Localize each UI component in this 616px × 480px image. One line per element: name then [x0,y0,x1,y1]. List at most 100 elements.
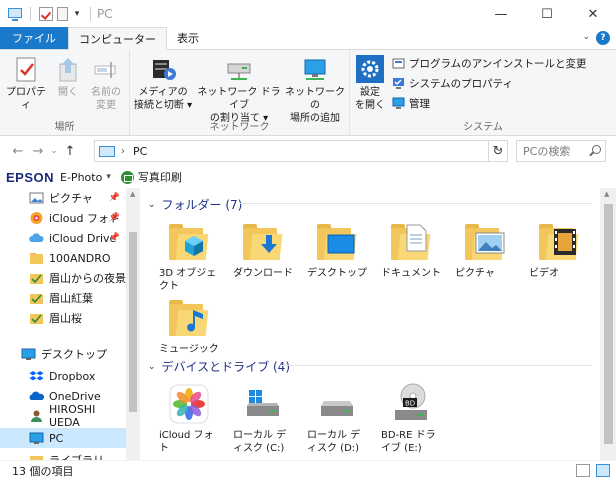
drive-tile-icloud-photos[interactable]: iCloud フォト [154,380,224,455]
large-icons-view-icon[interactable] [596,464,610,477]
sidebar-item-label: OneDrive [49,389,101,403]
sidebar-item-label: Dropbox [49,369,96,383]
rename-icon [91,54,121,84]
media-connect-button[interactable]: メディアの 接続と切断 ▾ [132,54,194,112]
address-bar[interactable]: › PC ⌄ [94,140,508,162]
desktop-icon [21,347,36,361]
back-arrow-icon[interactable]: ← [8,144,28,159]
properties-button[interactable]: プロパティ [6,54,46,112]
sidebar-item-desktop[interactable]: デスクトップ [0,344,126,364]
system-properties-button[interactable]: システムのプロパティ [392,76,513,91]
rename-button[interactable]: 名前の 変更 [88,54,124,112]
settings-label-1: 設定 [360,87,380,98]
folder-icon [29,251,44,265]
up-arrow-icon[interactable]: ↑ [60,144,80,159]
sidebar-item-icloud-photos[interactable]: iCloud フォト 📌 [0,208,126,228]
sidebar-item-icloud-drive[interactable]: iCloud Drive 📌 [0,228,126,248]
epson-app-button[interactable]: E-Photo [60,171,102,184]
pin-icon[interactable]: 📌 [109,193,120,203]
collapse-chevron-icon[interactable]: ⌄ [148,362,156,372]
sidebar-item-label: 眉山からの夜景 [49,272,126,285]
sidebar-item-bizan-autumn[interactable]: 眉山紅葉 [0,288,126,308]
sidebar-item-label: デスクトップ [41,348,107,361]
tab-file[interactable]: ファイル [0,27,68,49]
folder-check-icon [29,291,44,305]
sidebar-item-pictures[interactable]: ピクチャ 📌 [0,188,126,208]
recent-locations-chevron-icon[interactable]: ⌄ [48,146,60,156]
open-settings-button[interactable]: 設定 を開く [352,54,388,112]
open-button[interactable]: 開く [52,54,84,99]
sidebar-item-100andro[interactable]: 100ANDRO [0,248,126,268]
forward-arrow-icon[interactable]: → [28,144,48,159]
sidebar-item-pc[interactable]: PC [0,428,126,448]
section-header-folders[interactable]: ⌄ フォルダー (7) [148,196,242,213]
divider [30,7,31,21]
collapse-chevron-icon[interactable]: ⌄ [148,200,156,210]
rename-label-2: 変更 [96,100,116,111]
tile-label: BD-RE ドライブ (E:) [381,430,436,454]
help-icon[interactable]: ? [596,31,610,45]
sidebar-item-label: iCloud Drive [49,231,117,245]
tab-computer[interactable]: コンピューター [68,27,167,50]
pin-icon[interactable]: 📌 [109,213,120,223]
details-view-icon[interactable] [576,464,590,477]
music-folder-icon [165,294,213,340]
sidebar-item-bizan-night[interactable]: 眉山からの夜景 [0,268,126,288]
sidebar-item-label: 眉山紅葉 [49,292,93,305]
scroll-up-icon[interactable]: ▲ [604,190,609,198]
tile-label: ミュージック [159,344,219,355]
uninstall-programs-button[interactable]: プログラムのアンインストールと変更 [392,56,587,71]
pin-icon[interactable]: 📌 [109,233,120,243]
folder-tile-pictures[interactable]: ピクチャ [450,218,520,280]
manage-button[interactable]: 管理 [392,96,430,111]
refresh-icon[interactable]: ↻ [488,140,508,162]
sidebar-item-user[interactable]: HIROSHI UEDA [0,403,126,429]
scrollbar-thumb[interactable] [604,204,613,444]
section-header-drives[interactable]: ⌄ デバイスとドライブ (4) [148,358,290,375]
minimize-button[interactable]: — [478,0,524,28]
windows-drive-icon [239,380,287,426]
scrollbar-thumb[interactable] [129,232,137,412]
sidebar-item-library[interactable]: ライブラリ [0,450,126,460]
folder-tile-music[interactable]: ミュージック [154,294,224,356]
folder-tile-downloads[interactable]: ダウンロード [228,218,298,280]
scroll-up-icon[interactable]: ▲ [130,190,135,198]
drive-tile-local-d[interactable]: ローカル ディスク (D:) [302,380,372,455]
sidebar-item-label: 眉山桜 [49,312,82,325]
section-title: フォルダー (7) [161,198,243,212]
folder-tile-3d-objects[interactable]: 3D オブジェクト [154,218,224,293]
address-toolbar: ← → ⌄ ↑ › PC ⌄ ↻ PCの検索 [0,136,616,166]
tab-view[interactable]: 表示 [167,27,209,49]
maximize-button[interactable]: ☐ [524,0,570,28]
properties-quick-icon[interactable] [39,7,53,21]
folder-tile-videos[interactable]: ビデオ [524,218,594,280]
photo-print-button[interactable]: 写真印刷 [138,169,182,185]
divider [280,365,592,366]
open-icon [53,54,83,84]
close-button[interactable]: ✕ [570,0,616,28]
breadcrumb-chevron-icon[interactable]: › [121,146,125,157]
icloud-photos-icon [29,211,44,225]
new-folder-quick-icon[interactable] [57,7,68,21]
collapse-ribbon-icon[interactable]: ⌄ [582,32,590,42]
drive-tile-bd-re[interactable]: BD BD-RE ドライブ (E:) [376,380,446,455]
sidebar-item-dropbox[interactable]: Dropbox [0,366,126,386]
documents-folder-icon [387,218,435,264]
sidebar-item-label: HIROSHI UEDA [49,403,96,429]
folder-tile-documents[interactable]: ドキュメント [376,218,446,280]
customize-quick-access-icon[interactable]: ▾ [72,9,82,19]
content-scrollbar[interactable]: ▲ [600,188,616,460]
navigation-scrollbar[interactable]: ▲ [126,188,140,460]
group-label-network: ネットワーク [209,122,270,133]
sidebar-item-bizan-sakura[interactable]: 眉山桜 [0,308,126,328]
breadcrumb-pc[interactable]: PC [133,145,147,158]
add-network-location-button[interactable]: ネットワークの 場所の追加 [282,54,348,125]
sidebar-item-label: ピクチャ [49,192,93,205]
map-network-drive-button[interactable]: ネットワーク ドライブ の割り当て ▾ [196,54,282,125]
drive-tile-local-c[interactable]: ローカル ディスク (C:) [228,380,298,455]
system-properties-label: システムのプロパティ [409,78,514,90]
search-input[interactable]: PCの検索 [516,140,606,162]
folder-tile-desktop[interactable]: デスクトップ [302,218,372,280]
epson-dropdown-icon[interactable]: ▾ [106,172,111,182]
window-title: PC [97,7,113,21]
